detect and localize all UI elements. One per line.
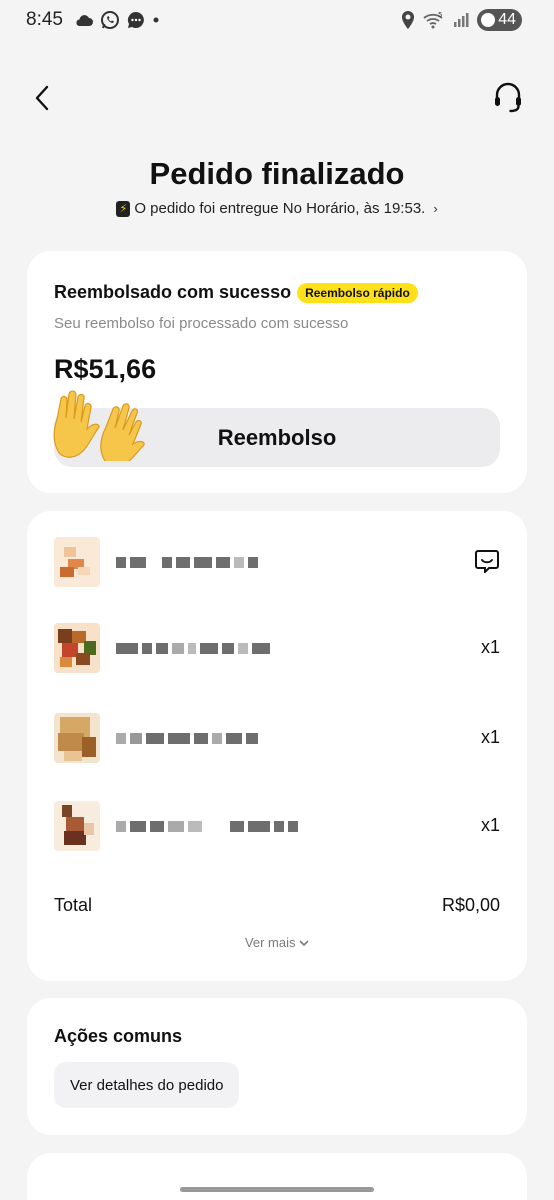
- next-card: [27, 1153, 527, 1200]
- refund-amount: R$51,66: [54, 354, 157, 384]
- wifi-5-icon: 5: [423, 11, 443, 29]
- delivery-text: O pedido foi entregue No Horário, às 19:…: [134, 200, 426, 217]
- item-thumbnail: [54, 537, 100, 587]
- item-name-blurred: [116, 643, 270, 657]
- list-item[interactable]: [54, 537, 500, 587]
- chevron-down-icon: [299, 940, 309, 947]
- see-more-label: Ver mais: [244, 935, 296, 950]
- item-thumbnail: [54, 801, 100, 851]
- order-details-button[interactable]: Ver detalhes do pedido: [54, 1062, 240, 1108]
- refund-card: Reembolsado com sucesso Reembolso rápido…: [27, 251, 527, 493]
- common-actions-card: Ações comuns Ver detalhes do pedido: [27, 998, 527, 1135]
- item-name-blurred: [116, 733, 258, 747]
- list-item[interactable]: x1: [54, 801, 500, 851]
- cloud-icon: [76, 15, 93, 26]
- item-thumbnail: [54, 623, 100, 673]
- item-quantity: x1: [480, 815, 500, 835]
- see-more-button[interactable]: Ver mais: [27, 935, 527, 950]
- battery-saver-icon: [481, 13, 496, 27]
- dot-icon: [153, 17, 159, 23]
- home-indicator[interactable]: [180, 1187, 374, 1192]
- common-actions-title: Ações comuns: [54, 1026, 183, 1046]
- item-thumbnail: [54, 713, 100, 763]
- top-bar: [0, 78, 554, 118]
- item-name-blurred: [116, 821, 298, 835]
- location-icon: [402, 11, 415, 29]
- item-quantity: x1: [480, 727, 500, 747]
- total-label: Total: [54, 895, 93, 915]
- chat-bubble-icon[interactable]: [474, 549, 500, 573]
- messages-icon: [127, 11, 144, 28]
- status-bar: 8:45 5 44: [0, 0, 554, 40]
- refund-title: Reembolsado com sucesso: [54, 282, 292, 302]
- status-icons-left: [74, 10, 160, 30]
- refund-subtitle: Seu reembolso foi processado com sucesso: [54, 315, 349, 332]
- support-button[interactable]: [492, 80, 524, 114]
- waving-hands-icon: [53, 390, 145, 461]
- chevron-left-icon: [35, 85, 49, 111]
- signal-icon: [454, 13, 469, 27]
- battery-icon: 44: [477, 9, 522, 31]
- svg-text:5: 5: [438, 11, 442, 19]
- delivery-status-link[interactable]: ⚡ O pedido foi entregue No Horário, às 1…: [0, 200, 554, 217]
- list-item[interactable]: x1: [54, 623, 500, 673]
- item-quantity: x1: [480, 637, 500, 657]
- headset-icon: [495, 82, 521, 113]
- status-time: 8:45: [26, 9, 63, 30]
- chevron-right-icon: ›: [433, 201, 438, 216]
- total-value: R$0,00: [441, 895, 500, 915]
- order-items-card: x1 x1 x1 Total R$0,00 Ver mais: [27, 511, 527, 981]
- back-button[interactable]: [28, 82, 56, 114]
- list-item[interactable]: x1: [54, 713, 500, 763]
- item-name-blurred: [116, 557, 258, 571]
- fast-refund-badge: Reembolso rápido: [297, 282, 418, 303]
- lightning-icon: ⚡: [116, 200, 131, 217]
- refund-header: Reembolsado com sucesso Reembolso rápido: [54, 282, 418, 303]
- page-title: Pedido finalizado: [149, 156, 405, 191]
- whatsapp-icon: [101, 11, 119, 29]
- battery-level: 44: [498, 11, 516, 28]
- status-icons-right: 5 44: [401, 9, 522, 31]
